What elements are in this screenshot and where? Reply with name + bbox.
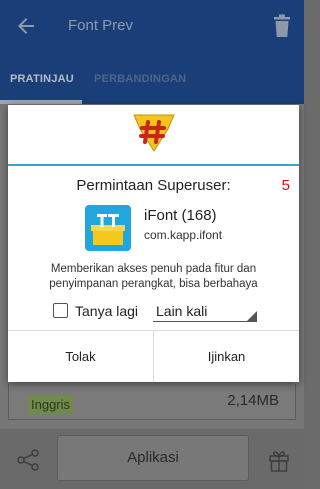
language-badge: Inggris xyxy=(28,395,74,414)
dialog-divider xyxy=(8,164,299,166)
back-arrow-icon[interactable] xyxy=(14,14,38,38)
dialog-title: Permintaan Superuser: xyxy=(76,177,231,194)
font-info-row: Inggris 2,14MB xyxy=(8,384,296,420)
duration-selected-value: Lain kali xyxy=(156,303,208,319)
superuser-shield-icon xyxy=(133,114,175,152)
font-size-label: 2,14MB xyxy=(227,392,279,409)
duration-dropdown[interactable]: Lain kali xyxy=(153,299,257,323)
gift-icon[interactable] xyxy=(268,448,290,472)
superuser-request-dialog: Permintaan Superuser: 5 iFont (168) com.… xyxy=(8,105,299,382)
allow-button[interactable]: Ijinkan xyxy=(154,331,299,382)
trash-icon[interactable] xyxy=(272,14,292,38)
permission-warning: Memberikan akses penuh pada fitur dan pe… xyxy=(49,263,258,290)
request-countdown: 5 xyxy=(281,177,290,194)
tab-perbandingan[interactable]: PERBANDINGAN xyxy=(94,73,186,85)
deny-button[interactable]: Tolak xyxy=(8,331,153,382)
app-title: Font Prev xyxy=(68,17,134,34)
app-toolbar: Font Prev PRATINJAU PERBANDINGAN xyxy=(0,0,304,104)
requesting-app-name: iFont (168) xyxy=(144,207,217,224)
apply-button[interactable]: Aplikasi xyxy=(57,435,249,481)
requesting-app-package: com.kapp.ifont xyxy=(144,228,223,242)
dropdown-underline xyxy=(153,321,257,322)
dropdown-corner-icon xyxy=(247,311,257,321)
ask-again-checkbox[interactable] xyxy=(53,303,68,318)
ifont-app-icon xyxy=(85,205,131,251)
ask-again-label[interactable]: Tanya lagi xyxy=(75,303,138,319)
share-icon[interactable] xyxy=(16,448,40,472)
tab-pratinjau[interactable]: PRATINJAU xyxy=(10,73,74,85)
bottom-bar: Aplikasi xyxy=(0,429,304,489)
